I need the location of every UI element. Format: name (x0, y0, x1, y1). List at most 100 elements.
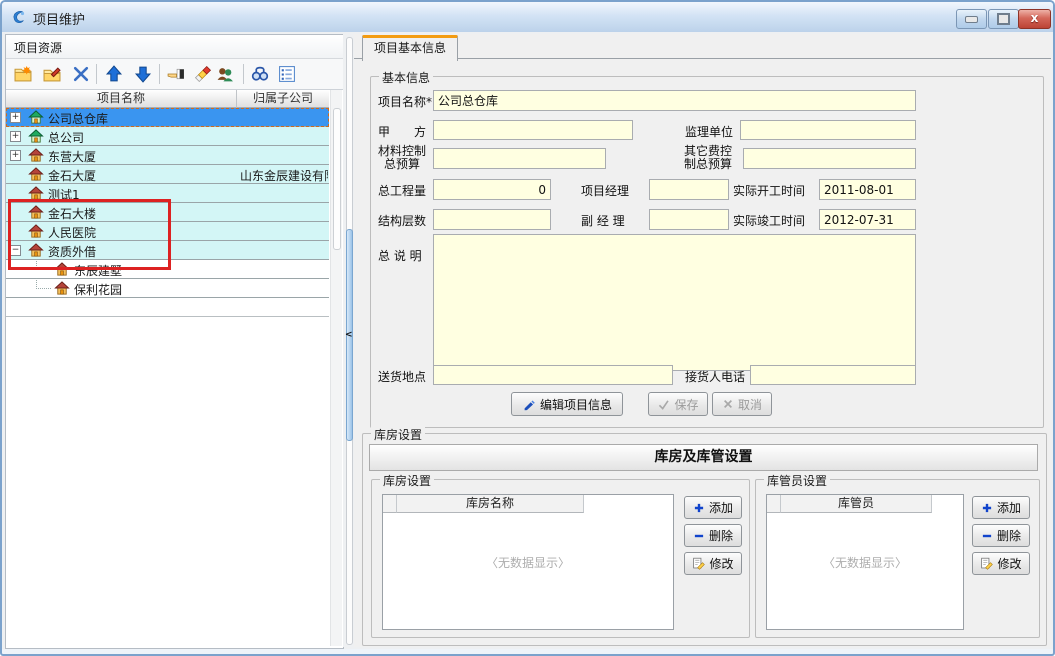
tree-item-label: 总公司 (48, 129, 84, 146)
receiver-phone-field[interactable] (750, 365, 916, 385)
warehouse-list-legend: 库房设置 (380, 472, 434, 489)
basic-info-groupbox: 基本信息 项目名称* 甲 方 监理单位 材料控制总预算 其它费控制总预算 总工程… (370, 76, 1044, 428)
splitter-collapse-button[interactable]: < (346, 229, 353, 441)
tree-scrollbar-thumb[interactable] (333, 108, 341, 250)
house-icon (28, 166, 44, 182)
window-content: 项目资源 (2, 32, 1053, 649)
maximize-icon (997, 13, 1010, 25)
warehouse-list-groupbox: 库房设置 库房名称 〈无数据显示〉 添加 删除 (371, 479, 750, 638)
edit-project-button[interactable]: 编辑项目信息 (511, 392, 623, 416)
tree-row-5[interactable]: 测试1 (6, 184, 329, 203)
delivery-field[interactable] (433, 365, 673, 385)
warehouse-add-button[interactable]: 添加 (684, 496, 742, 519)
toolbar-separator (96, 64, 97, 84)
warehouse-modify-button[interactable]: 修改 (684, 552, 742, 575)
tree-row-2[interactable]: + 总公司 (6, 127, 329, 146)
find-icon[interactable] (251, 65, 269, 83)
move-down-icon[interactable] (134, 65, 152, 83)
tree-row-7[interactable]: 人民医院 (6, 222, 329, 241)
party-a-field[interactable] (433, 120, 633, 140)
keeper-add-button[interactable]: 添加 (972, 496, 1030, 519)
modify-icon (692, 557, 705, 570)
keeper-table: 库管员 〈无数据显示〉 (766, 494, 964, 630)
delete-project-icon[interactable] (72, 65, 90, 83)
users-icon[interactable] (216, 65, 234, 83)
tree-item-label: 人民医院 (48, 224, 96, 241)
tree-row-1[interactable]: +公司总仓库 (6, 108, 329, 127)
minimize-icon (965, 16, 978, 23)
left-panel-caption: 项目资源 (6, 35, 343, 59)
tree-row-9[interactable]: 东辰建墅 (6, 260, 329, 279)
no-data-text: 〈无数据显示〉 (383, 554, 673, 571)
tree-row-3[interactable]: +东营大厦 (6, 146, 329, 165)
tree-connector (36, 259, 51, 270)
title-bar: 项目维护 x (2, 2, 1053, 33)
view-settings-icon[interactable] (278, 65, 296, 83)
column-header-name[interactable]: 项目名称 (6, 90, 237, 108)
house-icon (54, 280, 70, 296)
tree-item-label: 金石大楼 (48, 205, 96, 222)
tree-row-4[interactable]: 金石大厦山东金辰建设有限 (6, 165, 329, 184)
actual-end-field[interactable] (819, 209, 916, 230)
move-up-icon[interactable] (105, 65, 123, 83)
expand-icon[interactable]: + (10, 131, 21, 142)
tree-row-10[interactable]: 保利花园 (6, 279, 329, 298)
column-header-subsidiary[interactable]: 归属子公司 (237, 90, 329, 108)
warehouse-header: 库房及库管设置 (369, 444, 1038, 471)
keeper-list-groupbox: 库管员设置 库管员 〈无数据显示〉 添加 删除 (755, 479, 1040, 638)
project-name-label: 项目名称* (378, 93, 432, 110)
house-icon (28, 147, 44, 163)
material-budget-field[interactable] (433, 148, 606, 169)
save-button[interactable]: 保存 (648, 392, 708, 416)
row-indicator-cell (383, 495, 397, 513)
tab-card-border (354, 58, 1051, 59)
tree-column-headers: 项目名称 归属子公司 (6, 90, 329, 108)
close-button[interactable]: x (1018, 9, 1051, 29)
minus-icon (693, 530, 705, 542)
keeper-remove-button[interactable]: 删除 (972, 524, 1030, 547)
house-icon (28, 128, 44, 144)
actual-start-field[interactable] (819, 179, 916, 200)
erase-icon[interactable] (194, 65, 212, 83)
cancel-button[interactable]: 取消 (712, 392, 772, 416)
project-detail-panel: 项目基本信息 基本信息 项目名称* 甲 方 监理单位 材料控制总预算 其它费控制… (354, 34, 1051, 647)
tree-scrollbar[interactable] (330, 90, 342, 646)
supervisor-field[interactable] (740, 120, 916, 140)
pen-icon (522, 397, 536, 411)
description-field[interactable] (433, 234, 916, 371)
assign-hand-icon[interactable] (167, 65, 185, 83)
collapse-icon[interactable]: − (10, 245, 21, 256)
minus-icon (981, 530, 993, 542)
floors-field[interactable] (433, 209, 551, 230)
tree-row-8[interactable]: −资质外借 (6, 241, 329, 260)
warehouse-remove-button[interactable]: 删除 (684, 524, 742, 547)
modify-icon (980, 557, 993, 570)
house-icon (28, 185, 44, 201)
project-tree: +公司总仓库+总公司+东营大厦金石大厦山东金辰建设有限测试1金石大楼人民医院−资… (6, 108, 329, 317)
panel-splitter[interactable]: < (343, 34, 354, 647)
project-name-field[interactable] (433, 90, 916, 111)
warehouse-legend: 库房设置 (371, 426, 425, 443)
project-manager-field[interactable] (649, 179, 729, 200)
total-quantity-field[interactable] (433, 179, 551, 200)
tab-basic-info[interactable]: 项目基本信息 (362, 35, 458, 61)
keeper-column[interactable]: 库管员 (781, 495, 932, 513)
tree-row-6[interactable]: 金石大楼 (6, 203, 329, 222)
other-budget-field[interactable] (743, 148, 916, 169)
expand-icon[interactable]: + (10, 150, 21, 161)
expand-icon[interactable]: + (10, 112, 21, 123)
warehouse-name-column[interactable]: 库房名称 (397, 495, 584, 513)
keeper-list-legend: 库管员设置 (764, 472, 830, 489)
deputy-manager-field[interactable] (649, 209, 729, 230)
close-icon: x (1031, 11, 1039, 25)
minimize-button[interactable] (956, 9, 987, 29)
new-project-icon[interactable] (14, 65, 32, 83)
left-panel-caption-label: 项目资源 (14, 39, 62, 56)
tree-item-label: 保利花园 (74, 281, 122, 298)
tree-item-label: 测试1 (48, 186, 80, 203)
house-icon (28, 204, 44, 220)
edit-project-icon[interactable] (43, 65, 61, 83)
keeper-modify-button[interactable]: 修改 (972, 552, 1030, 575)
tree-empty-row (6, 298, 329, 317)
maximize-button[interactable] (988, 9, 1019, 29)
